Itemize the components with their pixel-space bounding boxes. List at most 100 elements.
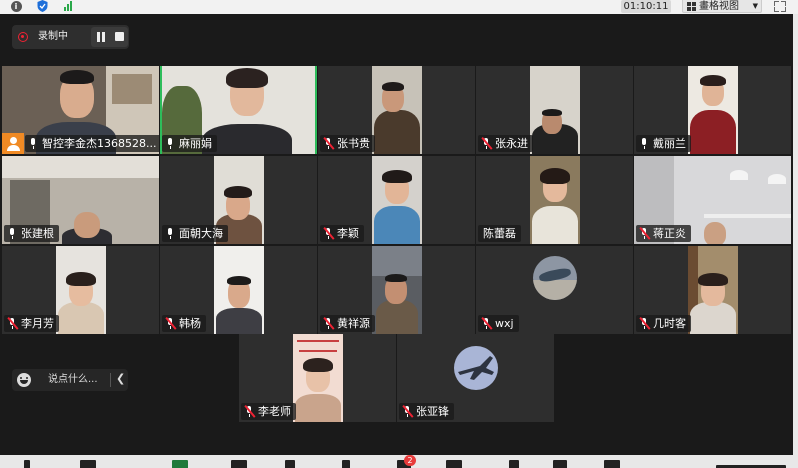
video-feed	[688, 66, 738, 154]
airplane-icon	[458, 356, 494, 380]
participant-name-tag: 韩杨	[162, 315, 206, 332]
participant-name: 李老师	[258, 405, 291, 418]
participant-name: 面朝大海	[179, 227, 223, 240]
video-tile[interactable]: 张书贵	[318, 66, 475, 154]
microphone-icon	[28, 137, 39, 150]
participant-name-tag: 戴丽兰	[636, 135, 691, 152]
participant-name: 张书贵	[337, 137, 370, 150]
smile-icon[interactable]	[17, 373, 31, 387]
video-tile[interactable]: 韩杨	[160, 246, 317, 334]
camera-icon[interactable]	[80, 460, 96, 468]
apps-icon[interactable]	[553, 460, 567, 468]
microphone-icon	[165, 227, 176, 240]
participant-name: 李颖	[337, 227, 359, 240]
microphone-muted-icon	[165, 317, 177, 330]
video-tile[interactable]: 张亚锋	[397, 334, 554, 422]
signal-icon[interactable]	[62, 0, 74, 11]
video-tile[interactable]: 李月芳	[2, 246, 159, 334]
participant-name-tag: 张亚锋	[399, 403, 454, 420]
microphone-icon	[165, 137, 176, 150]
stop-icon[interactable]	[115, 32, 124, 41]
meeting-timer: 01:10:11	[621, 0, 671, 13]
record-icon	[18, 32, 28, 42]
microphone-muted-icon	[481, 137, 493, 150]
participant-name-tag: wxj	[478, 315, 519, 332]
chat-placeholder: 说点什么...	[48, 374, 98, 385]
microphone-muted-icon	[323, 137, 335, 150]
participant-name: 几时客	[653, 317, 686, 330]
members-icon[interactable]	[342, 460, 350, 468]
security-icon[interactable]	[231, 460, 247, 468]
recording-controls	[91, 27, 128, 47]
video-tile[interactable]: 李老师	[239, 334, 396, 422]
participant-name-tag: 面朝大海	[162, 225, 228, 242]
participant-name: 麻丽娟	[179, 137, 212, 150]
microphone-muted-icon	[402, 405, 414, 418]
video-tile[interactable]: 陈蕾磊	[476, 156, 633, 244]
fullscreen-icon[interactable]	[774, 1, 786, 12]
info-icon[interactable]: i	[10, 0, 22, 12]
record-icon[interactable]	[446, 460, 462, 468]
avatar	[533, 256, 577, 300]
participant-name: 智控李金杰1368528...	[42, 137, 157, 150]
participant-name: 张亚锋	[416, 405, 449, 418]
participant-name: 李月芳	[21, 317, 54, 330]
participant-name-tag: 张书贵	[320, 135, 375, 152]
participant-name: 张建根	[21, 227, 54, 240]
video-feed	[688, 246, 738, 334]
divider	[110, 373, 111, 387]
chat-unread-badge: 2	[404, 455, 416, 466]
document-icon[interactable]	[509, 460, 519, 468]
video-tile[interactable]: 戴丽兰	[634, 66, 791, 154]
participant-name-tag: 黄祥源	[320, 315, 375, 332]
microphone-muted-icon	[323, 317, 335, 330]
pause-icon[interactable]	[97, 32, 105, 42]
video-tile[interactable]: 智控李金杰1368528...	[2, 66, 159, 154]
participant-name-tag: 麻丽娟	[162, 135, 217, 152]
participant-name-tag: 李月芳	[4, 315, 59, 332]
microphone-muted-icon	[323, 227, 335, 240]
participant-name: 韩杨	[179, 317, 201, 330]
participant-name: 张永进	[495, 137, 528, 150]
video-feed	[372, 156, 422, 244]
shield-icon[interactable]	[36, 0, 48, 12]
participant-name-tag: 蒋正炎	[636, 225, 691, 242]
video-tile[interactable]: 蒋正炎	[634, 156, 791, 244]
video-feed	[530, 66, 580, 154]
chevron-down-icon: ▼	[752, 1, 758, 10]
participant-name-tag: 智控李金杰1368528...	[25, 135, 159, 152]
participant-name: 陈蕾磊	[483, 227, 516, 240]
video-feed	[56, 246, 106, 334]
top-bar: i 01:10:11 畫格视图 ▼	[0, 0, 798, 14]
scrollbar[interactable]	[793, 14, 798, 455]
participants-icon[interactable]	[285, 460, 295, 468]
video-feed	[372, 246, 422, 334]
chat-input[interactable]: 说点什么... ❮	[12, 369, 128, 391]
video-tile[interactable]: wxj	[476, 246, 633, 334]
video-tile[interactable]: 张永进	[476, 66, 633, 154]
microphone-icon[interactable]	[24, 460, 30, 468]
participant-name-tag: 李颖	[320, 225, 364, 242]
video-tile[interactable]: 几时客	[634, 246, 791, 334]
microphone-muted-icon	[639, 227, 651, 240]
grid-icon	[687, 1, 696, 11]
video-feed	[530, 156, 580, 244]
microphone-muted-icon	[244, 405, 256, 418]
participant-name: 蒋正炎	[653, 227, 686, 240]
microphone-muted-icon	[481, 317, 493, 330]
microphone-muted-icon	[639, 317, 651, 330]
chevron-left-icon[interactable]: ❮	[116, 372, 125, 385]
settings-icon[interactable]	[604, 460, 620, 468]
gallery-view-button[interactable]: 畫格视图 ▼	[682, 0, 762, 13]
microphone-icon	[7, 227, 18, 240]
video-feed	[372, 66, 422, 154]
video-tile[interactable]: 面朝大海	[160, 156, 317, 244]
video-tile[interactable]: 李颖	[318, 156, 475, 244]
participant-name: wxj	[495, 317, 514, 330]
avatar	[454, 346, 498, 390]
share-screen-icon[interactable]	[172, 460, 188, 468]
recording-indicator: 录制中	[12, 25, 129, 49]
video-tile-active-speaker[interactable]: 麻丽娟	[160, 66, 317, 154]
video-tile[interactable]: 张建根	[2, 156, 159, 244]
video-tile[interactable]: 黄祥源	[318, 246, 475, 334]
